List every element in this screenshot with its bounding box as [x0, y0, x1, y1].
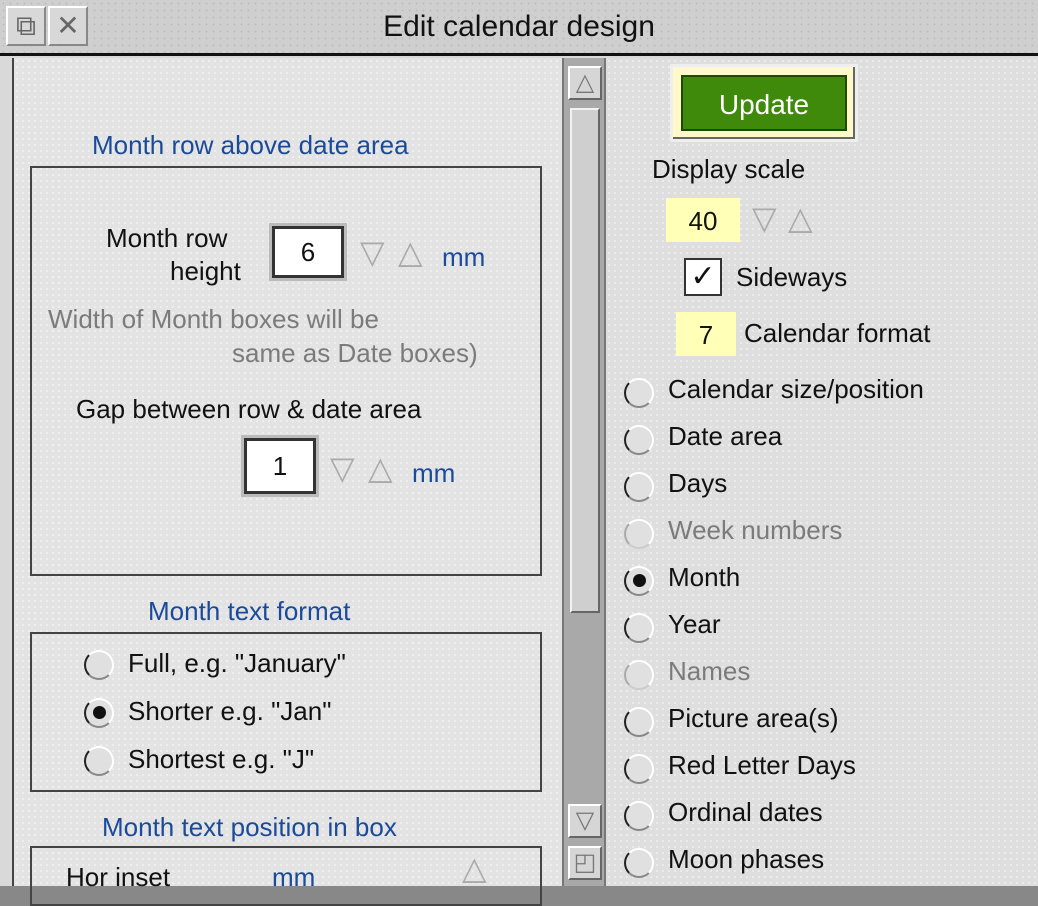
vertical-scrollbar[interactable]: △ ▽ ◰ [562, 58, 606, 886]
down-arrow-icon[interactable]: ▽ [360, 236, 385, 268]
format-shortest-label[interactable]: Shortest e.g. "J" [128, 744, 314, 775]
format-full-radio[interactable] [84, 650, 114, 680]
display-scale-field[interactable]: 40 [666, 198, 740, 242]
selected-dot-icon [633, 574, 646, 587]
edit-calendar-window: ⧉ ✕ Edit calendar design Month row above… [0, 0, 1038, 906]
width-note-line-1: Width of Month boxes will be [48, 304, 379, 334]
format-shorter-label[interactable]: Shorter e.g. "Jan" [128, 696, 331, 727]
month-row-height-field[interactable]: 6 [269, 223, 347, 281]
option-days-label[interactable]: Days [668, 468, 727, 499]
month-row-section-title: Month row above date area [92, 130, 409, 160]
option-calendar-size-label[interactable]: Calendar size/position [668, 374, 924, 405]
up-arrow-icon[interactable]: △ [462, 852, 487, 884]
option-moon-phases-label[interactable]: Moon phases [668, 844, 824, 875]
month-row-height-unit: mm [442, 242, 486, 272]
format-shorter-radio[interactable] [84, 698, 114, 728]
down-arrow-icon[interactable]: ▽ [752, 202, 777, 234]
up-arrow-icon[interactable]: △ [398, 236, 423, 268]
option-calendar-size-radio[interactable] [624, 378, 654, 408]
format-shortest-radio[interactable] [84, 746, 114, 776]
display-scale-label: Display scale [652, 154, 806, 184]
sideways-checkbox[interactable]: ✓ [684, 258, 722, 296]
text-format-section-title: Month text format [148, 596, 351, 626]
update-button[interactable]: Update [670, 64, 858, 142]
up-arrow-icon[interactable]: △ [368, 452, 393, 484]
calendar-format-label: Calendar format [744, 318, 931, 348]
option-names-label: Names [668, 656, 751, 686]
position-section-title: Month text position in box [102, 812, 397, 842]
option-ordinal-dates-label[interactable]: Ordinal dates [668, 797, 823, 828]
option-picture-area-radio[interactable] [624, 707, 654, 737]
down-arrow-icon[interactable]: ▽ [568, 804, 602, 838]
option-month-radio[interactable] [624, 566, 654, 596]
option-red-letter-days-radio[interactable] [624, 754, 654, 784]
month-row-height-label-2: height [170, 256, 241, 286]
width-note-line-2: same as Date boxes) [232, 338, 478, 368]
format-full-label[interactable]: Full, e.g. "January" [128, 648, 346, 679]
scrollbar-thumb[interactable] [570, 108, 600, 613]
option-names-radio [624, 660, 654, 690]
option-week-numbers-radio [624, 519, 654, 549]
sideways-label[interactable]: Sideways [736, 262, 847, 293]
gap-field[interactable]: 1 [241, 435, 319, 497]
up-arrow-icon[interactable]: △ [568, 66, 602, 100]
resize-icon[interactable]: ◰ [568, 846, 602, 880]
option-red-letter-days-label[interactable]: Red Letter Days [668, 750, 856, 781]
down-arrow-icon[interactable]: ▽ [330, 452, 355, 484]
option-date-area-radio[interactable] [624, 425, 654, 455]
hor-inset-unit: mm [272, 862, 316, 892]
option-year-radio[interactable] [624, 613, 654, 643]
option-year-label[interactable]: Year [668, 609, 721, 640]
option-month-label[interactable]: Month [668, 562, 740, 593]
gap-label: Gap between row & date area [76, 394, 422, 424]
option-ordinal-dates-radio[interactable] [624, 801, 654, 831]
gap-unit: mm [412, 458, 456, 488]
title-bar[interactable]: ⧉ ✕ Edit calendar design [0, 0, 1038, 56]
up-arrow-icon[interactable]: △ [788, 202, 813, 234]
hor-inset-label: Hor inset [66, 862, 171, 892]
calendar-format-field[interactable]: 7 [676, 312, 736, 356]
window-title: Edit calendar design [383, 10, 655, 43]
month-row-height-label-1: Month row [106, 223, 228, 253]
update-button-label: Update [681, 75, 847, 131]
option-moon-phases-radio[interactable] [624, 848, 654, 878]
selected-dot-icon [93, 706, 106, 719]
option-picture-area-label[interactable]: Picture area(s) [668, 703, 839, 734]
option-date-area-label[interactable]: Date area [668, 421, 782, 452]
option-days-radio[interactable] [624, 472, 654, 502]
option-week-numbers-label: Week numbers [668, 515, 843, 545]
